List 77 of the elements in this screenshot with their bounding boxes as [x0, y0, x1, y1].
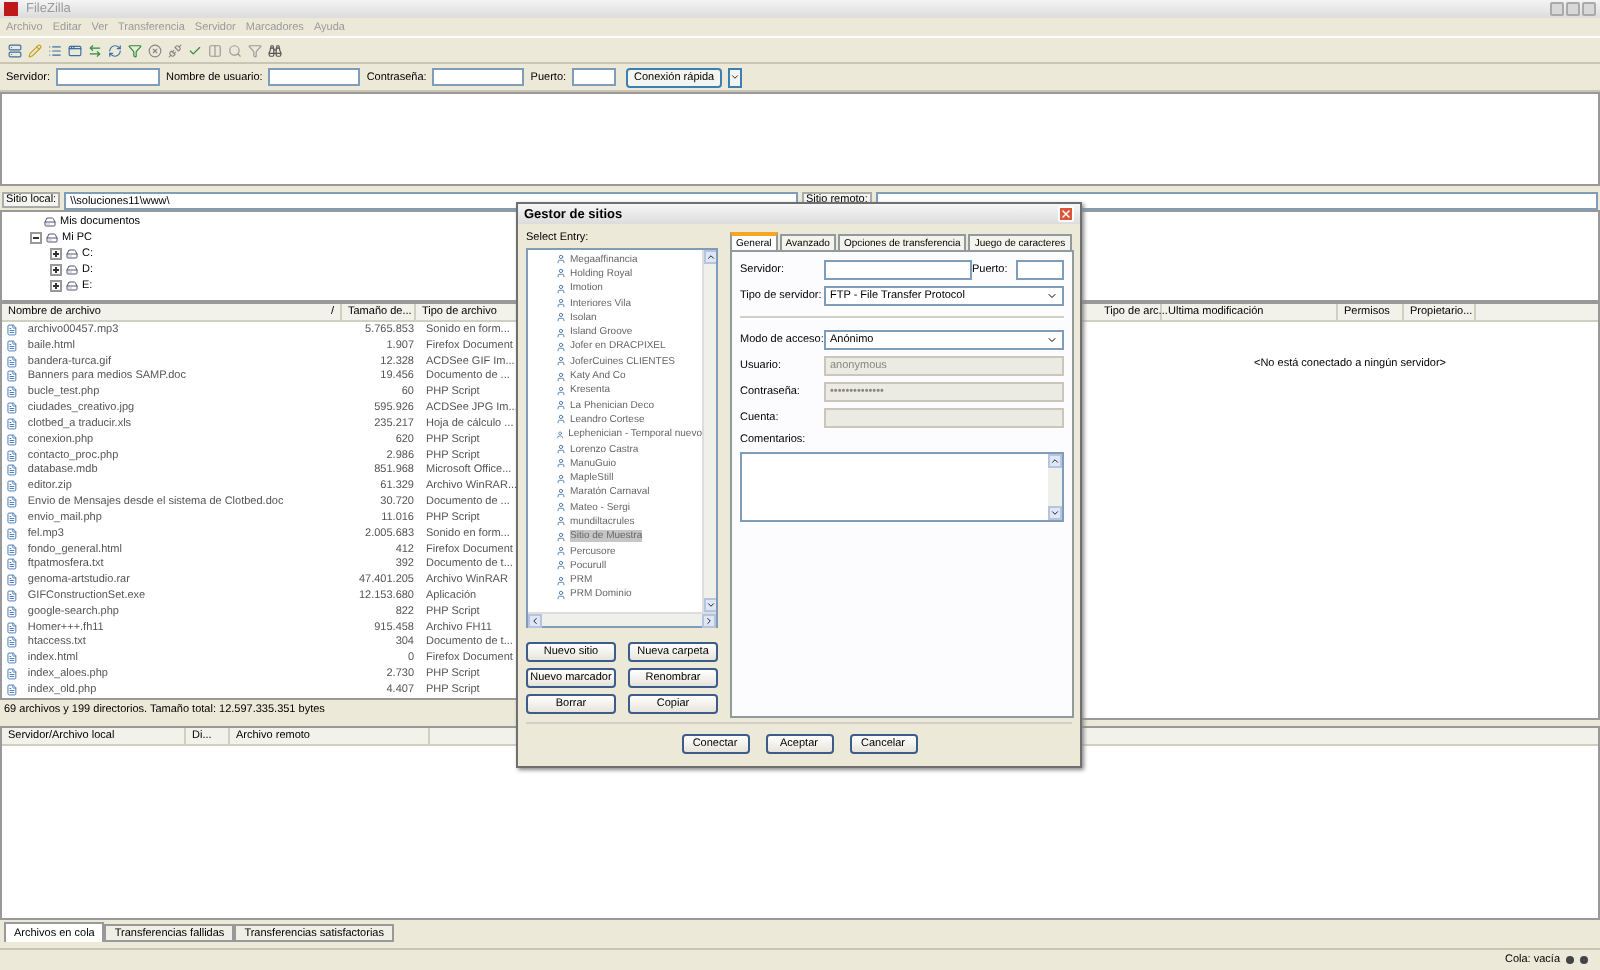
- caret-icon: [730, 72, 741, 82]
- scrollbar[interactable]: [528, 612, 716, 626]
- expand-icon[interactable]: [50, 248, 62, 260]
- filter-icon[interactable]: [248, 43, 262, 57]
- site-icon: [556, 575, 566, 586]
- file-icon: [6, 543, 18, 555]
- status-light-icon: [1566, 956, 1574, 964]
- site-icon: [556, 589, 566, 600]
- expand-icon[interactable]: [50, 264, 62, 276]
- file-icon: [6, 386, 18, 399]
- window-icon[interactable]: [68, 43, 82, 57]
- site-icon: [556, 385, 566, 396]
- site-icon: [556, 546, 566, 557]
- site-icon: [556, 516, 566, 527]
- search-icon[interactable]: [228, 43, 242, 57]
- drive-icon: [66, 248, 78, 260]
- caret-icon: [1046, 334, 1058, 346]
- site-icon: [556, 560, 566, 571]
- site-icon: [556, 531, 566, 542]
- filter-icon[interactable]: [128, 43, 142, 57]
- dropdown-button[interactable]: [728, 67, 743, 87]
- drive-icon: [44, 216, 56, 228]
- server-icon[interactable]: [8, 43, 22, 57]
- binoculars-icon[interactable]: [268, 43, 282, 57]
- close-button[interactable]: [1582, 2, 1596, 16]
- site-icon: [556, 298, 566, 309]
- drive-icon: [46, 232, 58, 244]
- expand-icon[interactable]: [50, 280, 62, 292]
- site-icon: [556, 371, 566, 382]
- site-icon: [556, 444, 566, 454]
- site-icon: [556, 341, 566, 352]
- input-field[interactable]: [56, 68, 161, 86]
- maximize-button[interactable]: [1566, 2, 1580, 16]
- input-field[interactable]: [572, 68, 617, 86]
- site-icon: [556, 414, 566, 425]
- site-icon: [556, 458, 566, 469]
- refresh-icon[interactable]: [108, 43, 122, 57]
- site-icon: [556, 502, 566, 513]
- swap-icon[interactable]: [88, 43, 102, 57]
- site-icon: [556, 400, 566, 411]
- pencil-icon[interactable]: [28, 43, 42, 57]
- file-icon: [6, 558, 18, 571]
- file-icon: [6, 323, 18, 336]
- input-field[interactable]: [268, 68, 361, 86]
- file-icon: [6, 480, 18, 493]
- file-icon: [6, 527, 18, 540]
- caret-icon: [1046, 290, 1058, 302]
- site-icon: [556, 327, 566, 338]
- drive-icon: [66, 280, 78, 292]
- site-icon: [556, 356, 566, 367]
- file-icon: [6, 339, 18, 352]
- drive-icon: [66, 264, 78, 276]
- app-logo-icon: [4, 2, 18, 16]
- input-field[interactable]: [432, 68, 525, 86]
- file-icon: [6, 433, 18, 446]
- site-icon: [556, 268, 566, 279]
- cancel-icon[interactable]: [148, 43, 162, 57]
- site-icon: [556, 473, 566, 484]
- site-icon: [556, 429, 565, 440]
- site-icon: [556, 487, 566, 498]
- file-icon: [6, 652, 18, 665]
- input-field[interactable]: [1016, 260, 1064, 280]
- path-field[interactable]: [875, 191, 1598, 209]
- site-icon: [556, 254, 566, 265]
- compare-icon[interactable]: [208, 43, 222, 57]
- status-light-icon: [1580, 956, 1588, 964]
- minimize-button[interactable]: [1550, 2, 1564, 16]
- input-field[interactable]: [824, 260, 972, 280]
- file-icon: [6, 605, 18, 618]
- check-icon[interactable]: [188, 43, 202, 57]
- collapse-icon[interactable]: [30, 232, 42, 244]
- scrollbar[interactable]: [702, 250, 716, 612]
- site-icon: [556, 283, 566, 294]
- list-icon[interactable]: [48, 43, 62, 57]
- disconnect-icon[interactable]: [168, 43, 182, 57]
- site-icon: [556, 312, 566, 323]
- comments-field[interactable]: [740, 452, 1064, 522]
